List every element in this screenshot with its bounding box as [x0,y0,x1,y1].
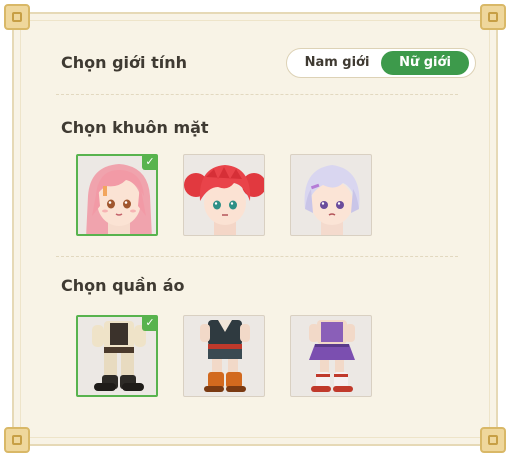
face-option-3[interactable] [290,154,372,236]
gender-toggle[interactable]: Nam giới Nữ giới [286,48,476,78]
section-divider [56,94,458,95]
face-section-label: Chọn khuôn mặt [61,118,209,137]
purple-skirt-outfit-icon [309,320,355,392]
face-option-1[interactable]: ✓ [76,154,158,236]
corner-ornament-icon [4,427,30,453]
red-hair-girl-face-icon [184,165,264,235]
dark-teal-outfit-icon [200,320,250,392]
outfit-option-3[interactable] [290,315,372,397]
corner-ornament-icon [4,4,30,30]
lavender-hair-girl-face-icon [304,165,360,235]
outfit-option-2[interactable] [183,315,265,397]
gender-option-female[interactable]: Nữ giới [381,51,469,75]
outfit-section-label: Chọn quần áo [61,276,185,295]
outfit-option-1[interactable]: ✓ [76,315,158,397]
section-divider [56,256,458,257]
check-icon: ✓ [142,156,156,170]
corner-ornament-icon [480,427,506,453]
face-option-2[interactable] [183,154,265,236]
corner-ornament-icon [480,4,506,30]
gender-option-male[interactable]: Nam giới [293,51,381,75]
gender-section-label: Chọn giới tính [61,53,187,72]
check-icon: ✓ [142,317,156,331]
